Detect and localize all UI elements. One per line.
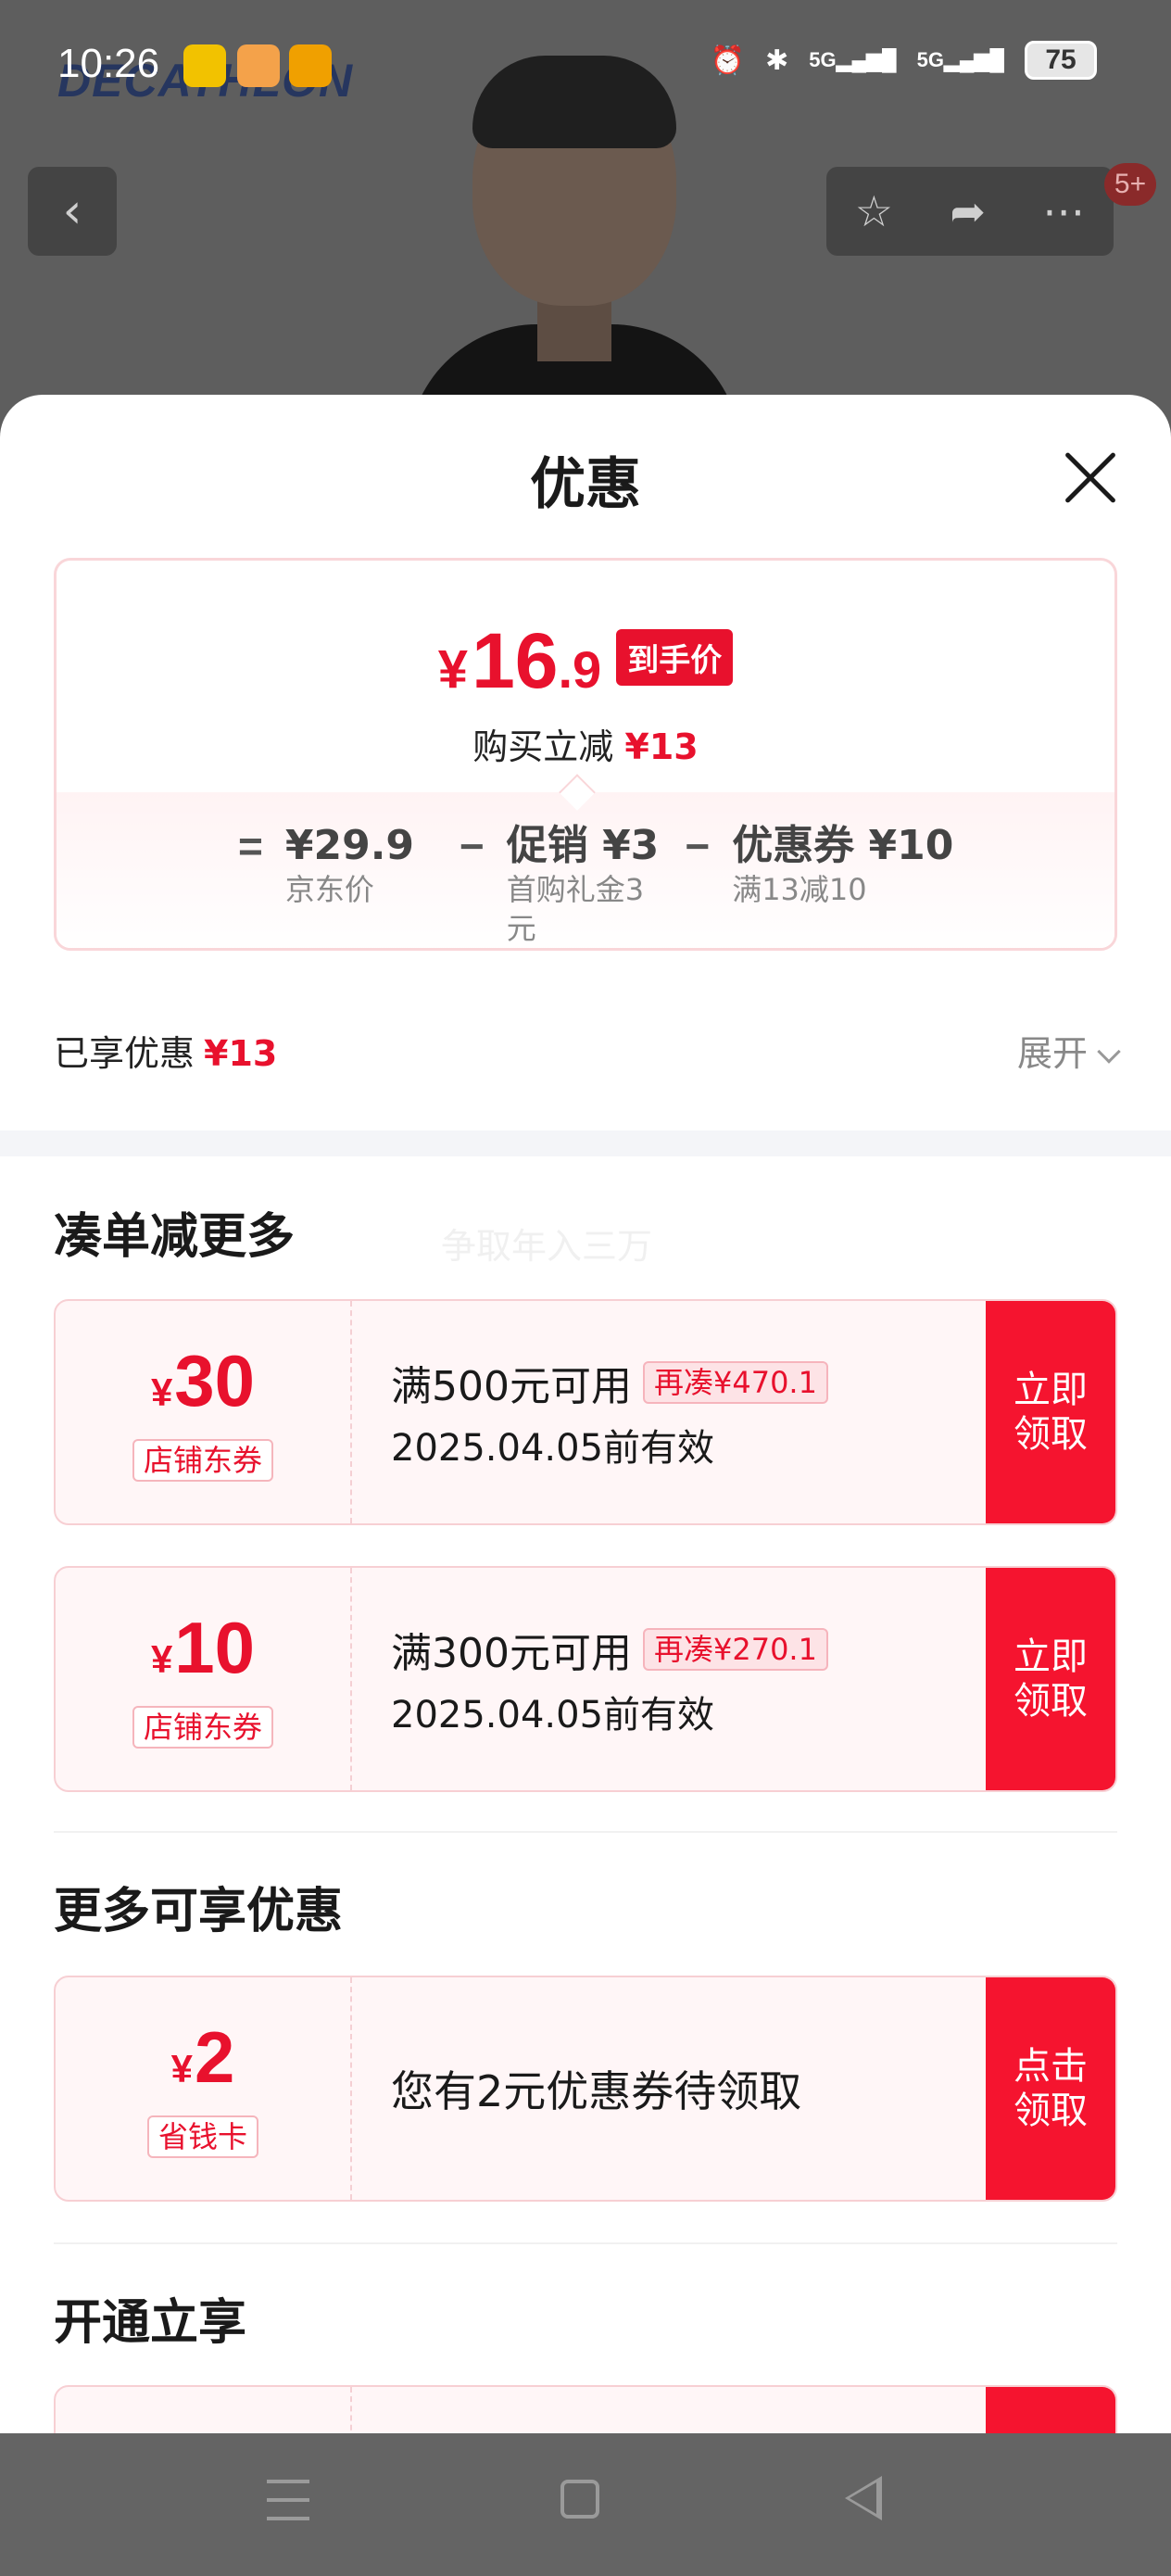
coupon-condition: 满500元可用	[391, 1363, 632, 1410]
coupon-type: 店铺东券	[132, 1438, 273, 1482]
section-title-more-discount: 凑单减更多	[54, 1209, 296, 1265]
coupon-condition: 满300元可用	[391, 1630, 632, 1677]
coupon-remaining-tag: 再凑¥270.1	[642, 1628, 828, 1671]
chevron-down-icon	[1097, 1040, 1121, 1064]
status-time: 10:26	[57, 41, 160, 86]
back-icon[interactable]	[845, 2476, 882, 2520]
coupon-type: 店铺东券	[132, 1705, 273, 1749]
formula-item-promotion: 促销 ¥3 首购礼金3元	[506, 822, 660, 946]
alarm-icon: ⏰	[710, 44, 746, 76]
battery-icon: 75	[1025, 41, 1097, 80]
section-title-more-benefits: 更多可享优惠	[54, 1884, 344, 1939]
final-price-tag: 到手价	[616, 629, 734, 686]
message-badge: 5+	[1104, 163, 1156, 206]
saving-card-coupon: ¥2 省钱卡 您有2元优惠券待领取 点击领取	[54, 1976, 1117, 2202]
app-notification-icon	[237, 44, 280, 87]
home-icon[interactable]	[560, 2480, 599, 2519]
section-title-activate: 开通立享	[54, 2295, 247, 2351]
sheet-title: 优惠	[530, 452, 641, 517]
share-icon[interactable]: ➦	[950, 186, 986, 236]
expand-button[interactable]: 展开	[1017, 1025, 1121, 1076]
watermark: 争取年入三万	[441, 1226, 653, 1267]
close-icon[interactable]	[1062, 448, 1119, 506]
coupon-card: ¥10 店铺东券 满300元可用 再凑¥270.1 2025.04.05前有效 …	[54, 1566, 1117, 1792]
formula-item-jd-price: ¥29.9 京东价	[284, 822, 415, 907]
coupon-card-partial	[54, 2385, 1117, 2433]
claim-coupon-button[interactable]: 立即领取	[986, 1301, 1115, 1523]
system-nav-bar	[0, 2433, 1171, 2576]
signal-icon-2: 5G▂▄▆█	[916, 48, 1004, 71]
chevron-left-icon: ‹	[62, 183, 82, 239]
back-button[interactable]: ‹	[28, 167, 117, 256]
discount-sheet: 优惠 ¥16.9 到手价 购买立减 ¥13 = ¥29.9 京东价 − 促销 ¥…	[0, 395, 1171, 2433]
app-notification-icon	[183, 44, 226, 87]
more-icon[interactable]: ⋯	[1042, 186, 1085, 236]
formula-item-coupon: 优惠券 ¥10 满13减10	[732, 822, 954, 907]
page-actions: ☆ ➦ ⋯	[826, 167, 1114, 256]
claim-coupon-button[interactable]: 立即领取	[986, 1568, 1115, 1790]
coupon-validity: 2025.04.05前有效	[391, 1427, 715, 1470]
price-formula: = ¥29.9 京东价 − 促销 ¥3 首购礼金3元 − 优惠券 ¥10 满13…	[238, 822, 954, 946]
final-price: ¥16.9	[437, 617, 602, 704]
coupon-type: 省钱卡	[146, 2115, 258, 2158]
final-price-row: ¥16.9 到手价	[57, 616, 1114, 706]
menu-icon[interactable]	[267, 2480, 309, 2520]
star-icon[interactable]: ☆	[855, 186, 893, 236]
coupon-amount: ¥30	[150, 1339, 256, 1421]
status-bar: 10:26 ⏰ ✱ 5G▂▄▆█ 5G▂▄▆█ 75	[0, 0, 1171, 139]
coupon-remaining-tag: 再凑¥470.1	[642, 1361, 828, 1404]
coupon-amount: ¥10	[150, 1606, 256, 1688]
signal-icon: 5G▂▄▆█	[809, 48, 897, 71]
saving-card-text: 您有2元优惠券待领取	[391, 2066, 802, 2116]
coupon-amount: ¥2	[170, 2015, 235, 2098]
bluetooth-icon: ✱	[765, 44, 789, 76]
activate-button[interactable]	[986, 2387, 1115, 2433]
status-icons: ⏰ ✱ 5G▂▄▆█ 5G▂▄▆█ 75	[711, 41, 1097, 80]
enjoyed-discount: 已享优惠 ¥13	[54, 1033, 278, 1074]
claim-saving-card-button[interactable]: 点击领取	[986, 1977, 1115, 2200]
reduce-line: 购买立减 ¥13	[472, 726, 699, 767]
coupon-validity: 2025.04.05前有效	[391, 1694, 715, 1736]
coupon-card: ¥30 店铺东券 满500元可用 再凑¥470.1 2025.04.05前有效 …	[54, 1299, 1117, 1525]
price-summary: ¥16.9 到手价 购买立减 ¥13 = ¥29.9 京东价 − 促销 ¥3 首…	[54, 558, 1117, 951]
weibo-icon	[289, 44, 332, 87]
